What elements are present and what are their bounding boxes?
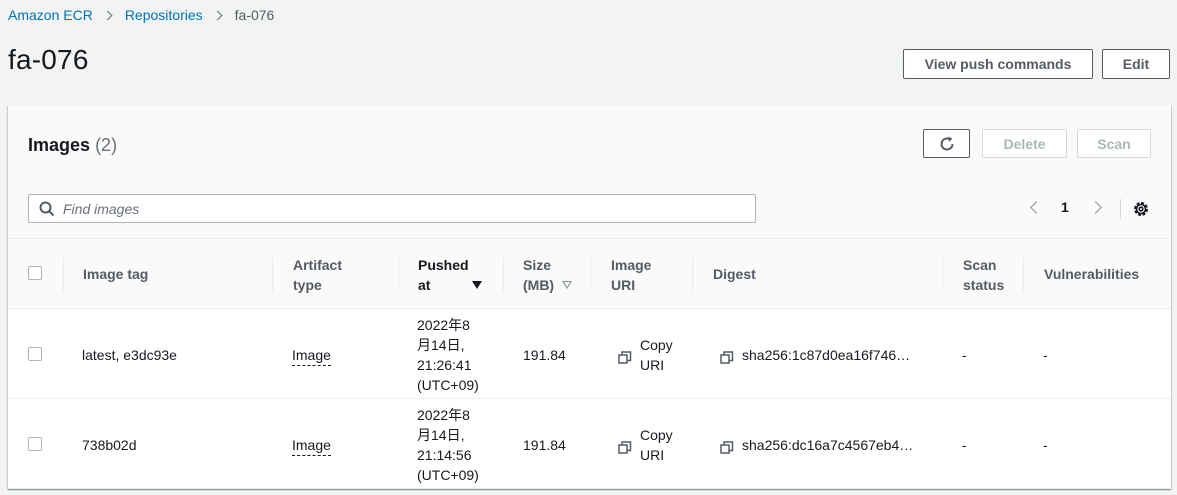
chevron-right-icon[interactable]: [1088, 200, 1102, 214]
pushed-at-line: 21:26:41: [417, 357, 472, 373]
images-panel-header: Images (2) Delete Scan 1: [8, 105, 1171, 239]
copy-uri-button[interactable]: Copy URI: [640, 425, 673, 465]
copy-uri-line: URI: [640, 447, 665, 463]
artifact-type-value[interactable]: Image: [292, 435, 331, 456]
vulnerabilities-value: -: [1043, 347, 1048, 363]
column-header-image-uri[interactable]: Image URI: [611, 255, 651, 295]
column-header-artifact-type[interactable]: Artifact type: [293, 255, 342, 295]
edit-button[interactable]: Edit: [1102, 49, 1170, 79]
size-label-line1: Size: [523, 257, 552, 273]
settings-gear-icon[interactable]: [1132, 200, 1150, 218]
table-row: latest, e3dc93e Image 2022年8 月14日, 21:26…: [8, 309, 1171, 399]
pagination-divider: [1120, 199, 1121, 219]
table-row: 738b02d Image 2022年8 月14日, 21:14:56 (UTC…: [8, 399, 1171, 489]
chevron-right-icon: [212, 10, 223, 20]
digest-value: sha256:1c87d0ea16f746…: [742, 347, 911, 363]
row-select-checkbox[interactable]: [28, 437, 42, 451]
column-divider: [503, 257, 504, 291]
copy-icon[interactable]: [618, 441, 632, 455]
pushed-at-line: 月14日,: [417, 427, 465, 443]
table-header: Image tag Artifact type Pushed at Size (…: [8, 239, 1171, 309]
artifact-type-value[interactable]: Image: [292, 345, 331, 366]
column-header-digest[interactable]: Digest: [713, 264, 756, 284]
sort-icon: [562, 281, 573, 289]
size-value: 191.84: [523, 347, 566, 363]
copy-uri-button[interactable]: Copy URI: [640, 335, 673, 375]
scan-button[interactable]: Scan: [1077, 129, 1151, 158]
scan-status-value: -: [962, 437, 967, 453]
column-divider: [272, 257, 273, 291]
image-uri-label-line2: URI: [611, 277, 636, 293]
pushed-at-line: 月14日,: [417, 337, 465, 353]
pushed-at-line: (UTC+09): [417, 467, 479, 483]
pushed-at-line: (UTC+09): [417, 377, 479, 393]
column-header-size[interactable]: Size (MB): [523, 255, 573, 295]
column-divider: [942, 257, 943, 291]
view-push-commands-button[interactable]: View push commands: [903, 49, 1093, 79]
chevron-right-icon: [102, 10, 113, 20]
copy-icon[interactable]: [618, 351, 632, 365]
search-icon: [39, 201, 55, 216]
pushed-at-line: 21:14:56: [417, 447, 472, 463]
delete-button[interactable]: Delete: [982, 129, 1067, 158]
size-label-line2: (MB): [523, 277, 555, 293]
images-count: (2): [95, 135, 118, 155]
column-header-image-tag[interactable]: Image tag: [83, 264, 148, 284]
column-divider: [63, 257, 64, 291]
image-tag-link[interactable]: latest, e3dc93e: [82, 345, 177, 365]
row-select-checkbox[interactable]: [28, 347, 42, 361]
column-header-vulnerabilities[interactable]: Vulnerabilities: [1044, 264, 1139, 284]
image-uri-label-line1: Image: [611, 257, 652, 273]
breadcrumb: Amazon ECR Repositories fa-076: [8, 6, 274, 24]
copy-uri-line: Copy: [640, 337, 673, 353]
scan-status-value: -: [962, 347, 967, 363]
pushed-at-line: 2022年8: [417, 317, 470, 333]
chevron-left-icon[interactable]: [1030, 200, 1043, 214]
pushed-at-value: 2022年8 月14日, 21:14:56 (UTC+09): [417, 405, 479, 485]
refresh-icon: [940, 136, 954, 150]
size-value: 191.84: [523, 437, 566, 453]
breadcrumb-amazon-ecr[interactable]: Amazon ECR: [8, 7, 93, 23]
breadcrumb-current: fa-076: [234, 7, 275, 23]
column-header-pushed-at[interactable]: Pushed at: [418, 255, 483, 295]
scan-status-label-line2: status: [963, 277, 1005, 293]
breadcrumb-repositories[interactable]: Repositories: [125, 7, 203, 23]
pushed-at-line: 2022年8: [417, 407, 470, 423]
images-heading: Images (2): [28, 135, 117, 156]
select-all-checkbox[interactable]: [28, 266, 42, 280]
copy-uri-line: Copy: [640, 427, 673, 443]
column-header-scan-status[interactable]: Scan status: [963, 255, 1004, 295]
digest-value: sha256:dc16a7c4567eb4…: [742, 437, 914, 453]
column-divider: [1023, 257, 1024, 291]
pushed-at-value: 2022年8 月14日, 21:26:41 (UTC+09): [417, 315, 479, 395]
page-number[interactable]: 1: [1061, 199, 1069, 215]
copy-icon[interactable]: [720, 441, 734, 455]
images-panel: Images (2) Delete Scan 1: [8, 105, 1171, 489]
search-box: [28, 194, 756, 223]
pagination: 1: [1028, 199, 1102, 215]
images-title: Images: [28, 135, 91, 155]
copy-uri-line: URI: [640, 357, 665, 373]
artifact-type-label-line1: Artifact: [293, 257, 343, 273]
copy-icon[interactable]: [720, 351, 734, 365]
vulnerabilities-value: -: [1043, 437, 1048, 453]
scan-status-label-line1: Scan: [963, 257, 997, 273]
column-divider: [692, 257, 693, 291]
sort-descending-icon: [472, 281, 483, 289]
column-divider: [590, 257, 591, 291]
image-tag-link[interactable]: 738b02d: [82, 435, 137, 455]
pushed-at-label-line2: at: [418, 277, 431, 293]
page-title: fa-076: [8, 44, 89, 75]
refresh-button[interactable]: [923, 129, 970, 158]
pushed-at-label-line1: Pushed: [418, 257, 469, 273]
artifact-type-label-line2: type: [293, 277, 322, 293]
find-images-input[interactable]: [63, 200, 743, 217]
column-divider: [398, 257, 399, 291]
